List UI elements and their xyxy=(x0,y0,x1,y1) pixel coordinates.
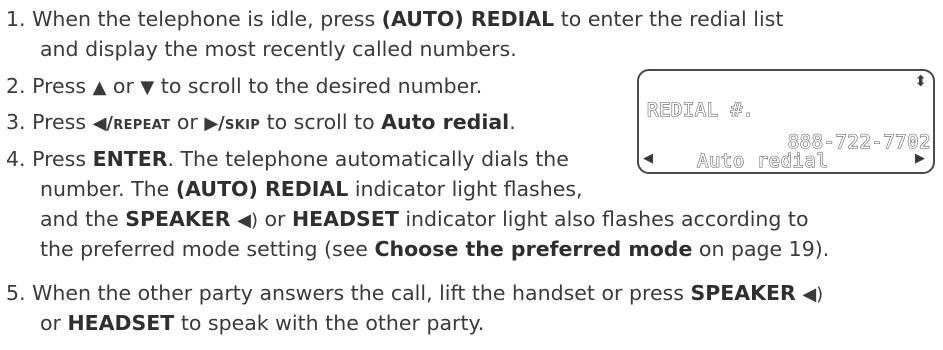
step-1-continued: and display the most recently called num… xyxy=(40,37,517,61)
step-text: or xyxy=(170,110,205,134)
right-arrow-icon: ▶ xyxy=(915,151,925,166)
down-arrow-icon: ▼ xyxy=(140,77,155,98)
step-1: 1. When the telephone is idle, press (AU… xyxy=(6,4,783,34)
step-number: 2. xyxy=(6,74,26,98)
step-number: 4. xyxy=(6,147,26,171)
step-text: or xyxy=(106,74,141,98)
skip-key: /skip xyxy=(218,113,261,134)
right-arrow-icon: ▶ xyxy=(204,113,219,134)
step-text: Press xyxy=(25,110,93,134)
step-4-continued: and the SPEAKER ◀︎) or HEADSET indicator… xyxy=(40,204,809,236)
step-text: indicator light flashes, xyxy=(348,177,583,201)
preferred-mode-reference: Choose the preferred mode xyxy=(374,237,693,261)
step-text: indicator light also flashes according t… xyxy=(398,207,809,231)
step-text: on page 19). xyxy=(692,237,830,261)
left-arrow-icon: ◀ xyxy=(643,151,653,166)
step-text: to scroll to the desired number. xyxy=(154,74,483,98)
step-number: 3. xyxy=(6,110,26,134)
step-text: . xyxy=(509,110,516,134)
step-text: to scroll to xyxy=(260,110,382,134)
step-text: Press xyxy=(25,147,93,171)
step-text: to enter the redial list xyxy=(554,7,784,31)
step-text: When the telephone is idle, press xyxy=(25,7,382,31)
auto-redial-key: (AUTO) REDIAL xyxy=(175,177,349,201)
speaker-icon: ◀︎) xyxy=(237,210,258,231)
step-number: 5. xyxy=(6,281,26,305)
step-text: and the xyxy=(40,207,126,231)
instruction-document: 1. When the telephone is idle, press (AU… xyxy=(0,0,943,350)
up-arrow-icon: ▲ xyxy=(92,77,107,98)
headset-key: HEADSET xyxy=(67,311,175,335)
step-text: the preferred mode setting (see xyxy=(40,237,375,261)
auto-redial-option: Auto redial xyxy=(381,110,510,134)
repeat-key: /repeat xyxy=(106,113,171,134)
step-text: . The telephone automatically dials the xyxy=(167,147,569,171)
headset-key: HEADSET xyxy=(292,207,399,231)
step-4-continued: the preferred mode setting (see Choose t… xyxy=(40,234,829,264)
lcd-title: REDIAL #. xyxy=(646,98,755,121)
up-down-arrow-icon: ⬍ xyxy=(914,72,927,90)
step-text: to speak with the other party. xyxy=(174,311,485,335)
speaker-key: SPEAKER xyxy=(690,281,796,305)
step-3: 3. Press ◀/repeat or ▶/skip to scroll to… xyxy=(6,107,516,139)
auto-redial-key: (AUTO) REDIAL xyxy=(381,7,555,31)
step-text: number. The xyxy=(40,177,176,201)
step-2: 2. Press ▲ or ▼ to scroll to the desired… xyxy=(6,71,482,103)
step-number: 1. xyxy=(6,7,26,31)
step-text: When the other party answers the call, l… xyxy=(25,281,691,305)
enter-key: ENTER xyxy=(92,147,168,171)
step-5: 5. When the other party answers the call… xyxy=(6,278,823,310)
step-4-continued: number. The (AUTO) REDIAL indicator ligh… xyxy=(40,174,583,204)
step-4: 4. Press ENTER. The telephone automatica… xyxy=(6,144,569,174)
lcd-option: Auto redial xyxy=(696,149,829,172)
speaker-icon: ◀︎) xyxy=(802,284,824,305)
step-text: or xyxy=(258,207,293,231)
lcd-screen: ⬍ REDIAL #. 888-722-7702 ◀ Auto redial ▶ xyxy=(637,69,935,174)
step-5-continued: or HEADSET to speak with the other party… xyxy=(40,308,484,338)
step-text: Press xyxy=(25,74,93,98)
step-text: or xyxy=(40,311,68,335)
left-arrow-icon: ◀ xyxy=(92,113,107,134)
speaker-key: SPEAKER xyxy=(125,207,231,231)
